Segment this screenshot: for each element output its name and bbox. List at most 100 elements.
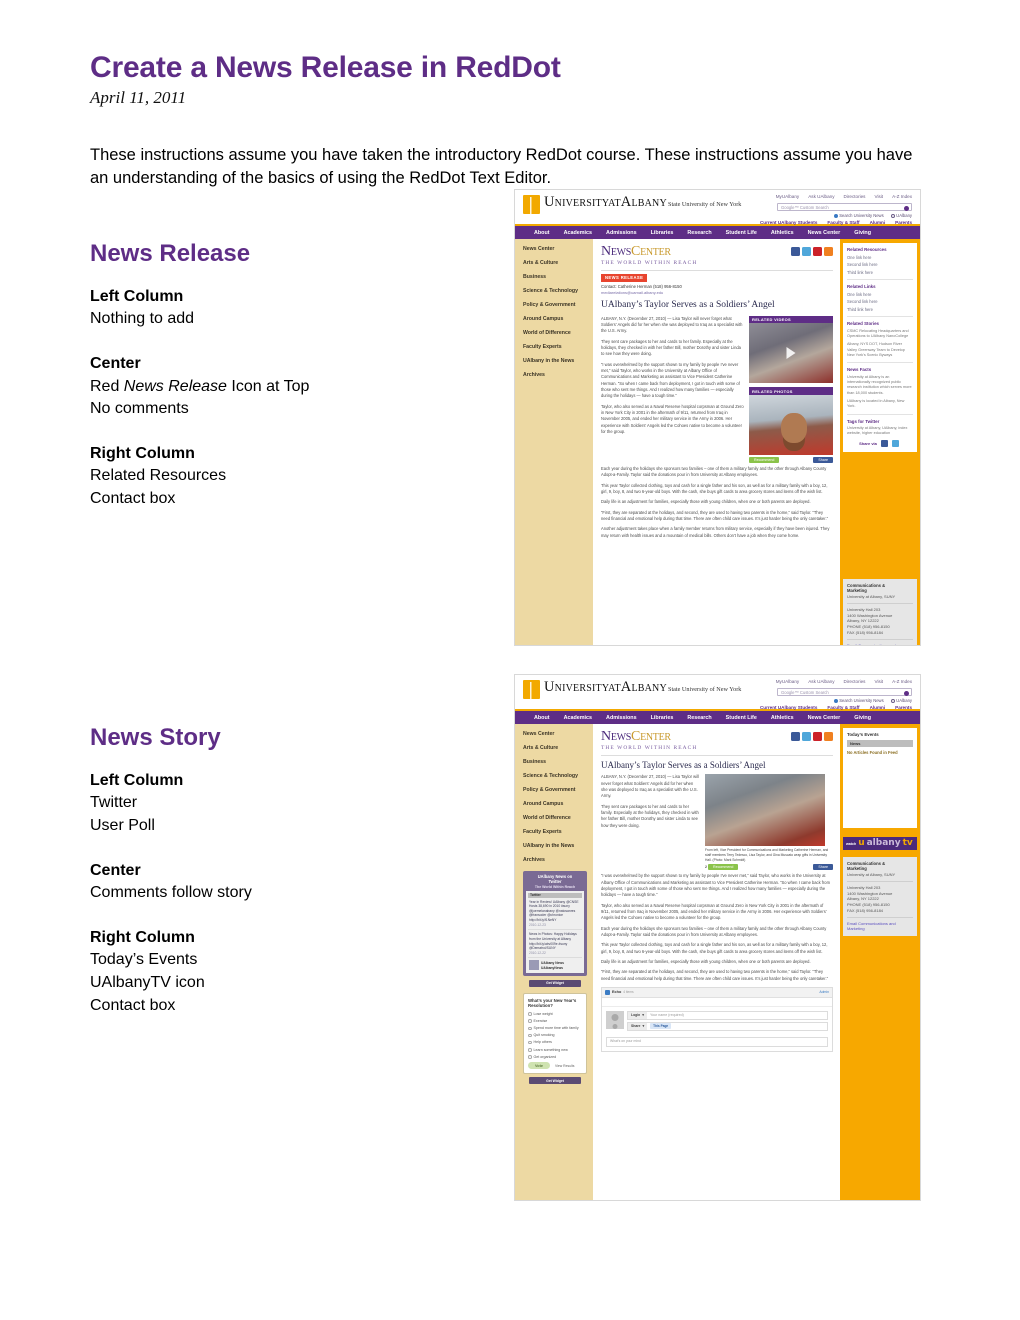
tweet-item[interactable]: News in Photos: Happy Holidays from the … bbox=[528, 930, 582, 959]
contact-email-link[interactable]: Email Communications and Marketing bbox=[847, 643, 913, 645]
sidebar-item-arts-culture[interactable]: Arts & Culture bbox=[523, 745, 587, 752]
sidebar-item-policy-government[interactable]: Policy & Government bbox=[523, 302, 587, 309]
social-links[interactable] bbox=[791, 732, 833, 741]
get-widget-button[interactable]: Get Widget bbox=[529, 979, 581, 987]
poll-option[interactable]: Learn something new bbox=[528, 1048, 582, 1053]
rss-icon[interactable] bbox=[824, 247, 833, 256]
sidebar-item-ualbany-in-the-news[interactable]: UAlbany in the News bbox=[523, 358, 587, 365]
nav-news-center[interactable]: News Center bbox=[801, 230, 848, 236]
poll-option[interactable]: Spend more time with family bbox=[528, 1026, 582, 1031]
audience-faculty-staff[interactable]: Faculty & Staff bbox=[827, 705, 859, 710]
nav-admissions[interactable]: Admissions bbox=[599, 230, 644, 236]
poll-option[interactable]: Quit smoking bbox=[528, 1033, 582, 1038]
poll-option[interactable]: Exercise bbox=[528, 1019, 582, 1024]
util-link-directories[interactable]: Directories bbox=[844, 679, 866, 684]
scope-university-news[interactable]: Search University News bbox=[833, 698, 884, 703]
sidebar-item-news-center[interactable]: News Center bbox=[523, 246, 587, 253]
related-story-link[interactable]: Albany, NYS DOT, Hudson River Valley Gre… bbox=[847, 342, 913, 358]
ualbanytv-icon[interactable]: watch u albany tv bbox=[843, 837, 917, 850]
vote-button[interactable]: Vote bbox=[528, 1062, 550, 1070]
sidebar-item-around-campus[interactable]: Around Campus bbox=[523, 801, 587, 808]
sidebar-item-faculty-experts[interactable]: Faculty Experts bbox=[523, 344, 587, 351]
rss-icon[interactable] bbox=[824, 732, 833, 741]
search-icon[interactable] bbox=[904, 205, 909, 211]
nav-about[interactable]: About bbox=[527, 715, 557, 721]
recommend-button[interactable]: Recommend bbox=[708, 864, 739, 871]
share-button[interactable]: Share bbox=[813, 864, 833, 871]
scope-university-news[interactable]: Search University News bbox=[833, 213, 884, 218]
search-scope-radios[interactable]: Search University News UAlbany bbox=[833, 213, 912, 218]
util-link-myualbany[interactable]: MyUAlbany bbox=[776, 679, 800, 684]
util-link-az[interactable]: A-Z Index bbox=[892, 679, 912, 684]
nav-athletics[interactable]: Athletics bbox=[764, 230, 801, 236]
nav-libraries[interactable]: Libraries bbox=[644, 230, 681, 236]
audience-alumni[interactable]: Alumni bbox=[870, 220, 886, 225]
main-navigation[interactable]: About Academics Admissions Libraries Res… bbox=[515, 226, 920, 239]
nav-athletics[interactable]: Athletics bbox=[764, 715, 801, 721]
twitter-icon[interactable] bbox=[802, 732, 811, 741]
util-link-visit[interactable]: Visit bbox=[874, 679, 883, 684]
share-via-row[interactable]: Share via bbox=[847, 439, 913, 447]
sidebar-item-business[interactable]: Business bbox=[523, 274, 587, 281]
youtube-icon[interactable] bbox=[813, 732, 822, 741]
related-resource-link[interactable]: Third link here bbox=[847, 270, 913, 276]
nav-student-life[interactable]: Student Life bbox=[719, 715, 764, 721]
tweet-item[interactable]: Year in Review! UAlbany @CNSE Hosts 38,6… bbox=[528, 898, 582, 931]
events-tab-news[interactable]: News bbox=[847, 740, 913, 747]
scope-ualbany[interactable]: UAlbany bbox=[890, 698, 912, 703]
twitter-icon[interactable] bbox=[891, 439, 899, 447]
audience-nav[interactable]: Current UAlbany Students Faculty & Staff… bbox=[760, 705, 912, 710]
utility-nav[interactable]: MyUAlbany Ask UAlbany Directories Visit … bbox=[776, 679, 912, 684]
scope-ualbany[interactable]: UAlbany bbox=[890, 213, 912, 218]
share-target-chip[interactable]: This Page bbox=[650, 1023, 672, 1030]
recommend-button[interactable]: Recommend bbox=[749, 457, 780, 464]
nav-student-life[interactable]: Student Life bbox=[719, 230, 764, 236]
util-link-myualbany[interactable]: MyUAlbany bbox=[776, 194, 800, 199]
comment-share-row[interactable]: Share ▾ This Page bbox=[627, 1021, 828, 1031]
utility-nav[interactable]: MyUAlbany Ask UAlbany Directories Visit … bbox=[776, 194, 912, 199]
sidebar-item-world-of-difference[interactable]: World of Difference bbox=[523, 815, 587, 822]
search-input[interactable]: Google™ Custom Search bbox=[777, 688, 912, 696]
twitter-icon[interactable] bbox=[802, 247, 811, 256]
comment-textarea[interactable]: What’s on your mind bbox=[606, 1036, 828, 1047]
util-link-az[interactable]: A-Z Index bbox=[892, 194, 912, 199]
util-link-visit[interactable]: Visit bbox=[874, 194, 883, 199]
audience-nav[interactable]: Current UAlbany Students Faculty & Staff… bbox=[760, 220, 912, 225]
sidebar-item-news-center[interactable]: News Center bbox=[523, 731, 587, 738]
poll-option[interactable]: Help others bbox=[528, 1040, 582, 1045]
related-video-thumbnail[interactable] bbox=[749, 323, 833, 384]
search-input[interactable]: Google™ Custom Search bbox=[777, 203, 912, 211]
search-scope-radios[interactable]: Search University News UAlbany bbox=[833, 698, 912, 703]
get-widget-button[interactable]: Get Widget bbox=[529, 1077, 581, 1085]
nav-academics[interactable]: Academics bbox=[557, 230, 599, 236]
audience-faculty-staff[interactable]: Faculty & Staff bbox=[827, 220, 859, 225]
facebook-icon[interactable] bbox=[791, 732, 800, 741]
search-icon[interactable] bbox=[904, 690, 909, 696]
share-button[interactable]: Share bbox=[813, 457, 833, 464]
youtube-icon[interactable] bbox=[813, 247, 822, 256]
audience-alumni[interactable]: Alumni bbox=[870, 705, 886, 710]
facebook-icon[interactable] bbox=[880, 439, 888, 447]
related-story-link[interactable]: CSMC Relocating Headquarters and Operati… bbox=[847, 329, 913, 340]
sidebar-item-science-technology[interactable]: Science & Technology bbox=[523, 288, 587, 295]
util-link-directories[interactable]: Directories bbox=[844, 194, 866, 199]
poll-option[interactable]: Lose weight bbox=[528, 1012, 582, 1017]
sidebar-item-world-of-difference[interactable]: World of Difference bbox=[523, 330, 587, 337]
sidebar-item-archives[interactable]: Archives bbox=[523, 857, 587, 864]
sidebar-item-science-technology[interactable]: Science & Technology bbox=[523, 773, 587, 780]
left-sidebar-nav[interactable]: News Center Arts & Culture Business Scie… bbox=[515, 724, 593, 1200]
view-results-link[interactable]: View Results bbox=[555, 1064, 575, 1068]
sidebar-item-business[interactable]: Business bbox=[523, 759, 587, 766]
social-links[interactable] bbox=[791, 247, 833, 256]
share-dropdown[interactable]: Share ▾ bbox=[628, 1022, 648, 1030]
nav-academics[interactable]: Academics bbox=[557, 715, 599, 721]
nav-giving[interactable]: Giving bbox=[847, 715, 878, 721]
nav-research[interactable]: Research bbox=[680, 230, 718, 236]
related-link[interactable]: One link here bbox=[847, 292, 913, 298]
related-photo-thumbnail[interactable] bbox=[749, 395, 833, 456]
sidebar-item-archives[interactable]: Archives bbox=[523, 372, 587, 379]
comment-name-input[interactable]: Your name (required) bbox=[647, 1013, 684, 1017]
sidebar-item-ualbany-in-the-news[interactable]: UAlbany in the News bbox=[523, 843, 587, 850]
nav-libraries[interactable]: Libraries bbox=[644, 715, 681, 721]
util-link-ask[interactable]: Ask UAlbany bbox=[808, 194, 834, 199]
